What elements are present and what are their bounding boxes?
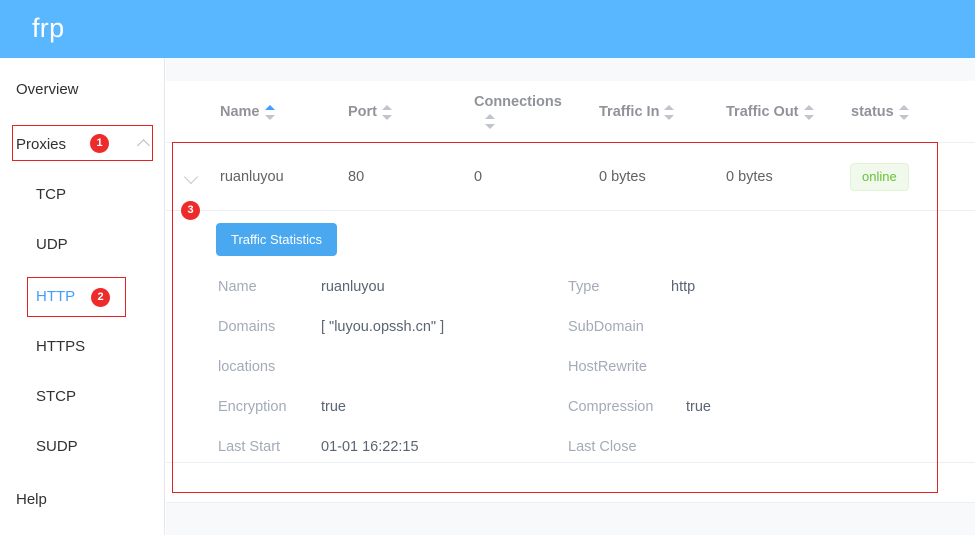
column-header-label: Traffic In [599, 104, 660, 120]
detail-label-locations: locations [218, 359, 276, 375]
content-top-strip [166, 58, 975, 81]
column-header-name[interactable]: Name [220, 81, 275, 143]
sidebar-item-https[interactable]: HTTPS [0, 321, 164, 371]
detail-value-name: ruanluyou [321, 279, 385, 295]
column-header-label: Traffic Out [726, 104, 799, 120]
sort-caret-icon[interactable] [485, 113, 495, 130]
column-header-label: Connections [474, 94, 562, 110]
sidebar-item-http[interactable]: HTTP [0, 271, 164, 321]
detail-label-hostrewrite: HostRewrite [568, 359, 647, 375]
main-content: Name Port Connections Traffic In Traffic… [166, 58, 975, 535]
sidebar-item-tcp[interactable]: TCP [0, 169, 164, 219]
detail-label-subdomain: SubDomain [568, 319, 644, 335]
sidebar-item-label: TCP [36, 185, 66, 203]
detail-label-last-start: Last Start [218, 439, 281, 455]
row-detail-panel: Traffic Statistics Name ruanluyou Domain… [166, 211, 975, 463]
sidebar-item-stcp[interactable]: STCP [0, 371, 164, 421]
sidebar-item-label: UDP [36, 235, 68, 253]
column-header-traffic-out[interactable]: Traffic Out [726, 81, 814, 143]
sort-caret-icon[interactable] [898, 104, 909, 121]
detail-label-name: Name [218, 279, 257, 295]
chevron-up-icon [137, 139, 150, 152]
sidebar-item-label: Overview [16, 80, 79, 98]
frp-dashboard: frp Overview Proxies TCP UDP HTTP HTTPS … [0, 0, 975, 535]
row-expand-chevron-down-icon[interactable] [184, 169, 200, 185]
cell-traffic-out: 0 bytes [726, 169, 773, 185]
sidebar-item-label: Help [16, 490, 47, 508]
column-header-label: Name [220, 104, 260, 120]
app-header: frp [0, 0, 975, 58]
cell-status: online [850, 143, 909, 211]
content-bottom-strip [166, 502, 975, 535]
sidebar-item-label: Proxies [16, 135, 67, 153]
sort-caret-icon[interactable] [264, 104, 275, 121]
sidebar-item-label: SUDP [36, 437, 78, 455]
sort-caret-icon[interactable] [803, 104, 814, 121]
traffic-statistics-button[interactable]: Traffic Statistics [216, 223, 338, 256]
detail-value-domains: [ "luyou.opssh.cn" ] [321, 319, 445, 335]
column-header-connections[interactable]: Connections [474, 81, 562, 143]
annotation-marker-3: 3 [181, 201, 200, 220]
sidebar: Overview Proxies TCP UDP HTTP HTTPS STCP… [0, 58, 165, 535]
column-header-port[interactable]: Port [348, 81, 392, 143]
cell-name: ruanluyou [220, 169, 284, 185]
table-header-row: Name Port Connections Traffic In Traffic… [166, 81, 975, 143]
sidebar-item-proxies[interactable]: Proxies [0, 119, 164, 169]
sidebar-item-label: HTTP [36, 287, 76, 305]
sidebar-item-udp[interactable]: UDP [0, 219, 164, 269]
sidebar-item-sudp[interactable]: SUDP [0, 421, 164, 471]
column-header-status[interactable]: status [851, 81, 909, 143]
table-row[interactable]: ruanluyou 80 0 0 bytes 0 bytes online [166, 143, 975, 211]
cell-port: 80 [348, 169, 365, 185]
detail-value-compression: true [686, 399, 711, 415]
annotation-marker-2: 2 [91, 288, 110, 307]
proxies-table: Name Port Connections Traffic In Traffic… [166, 81, 975, 463]
detail-label-domains: Domains [218, 319, 276, 335]
detail-label-type: Type [568, 279, 600, 295]
sidebar-item-help[interactable]: Help [0, 474, 164, 524]
sidebar-item-label: HTTPS [36, 337, 86, 355]
status-badge: online [850, 163, 909, 191]
sort-caret-icon[interactable] [664, 104, 675, 121]
detail-label-compression: Compression [568, 399, 654, 415]
detail-label-last-close: Last Close [568, 439, 637, 455]
column-header-label: Port [348, 104, 377, 120]
cell-connections: 0 [474, 169, 483, 185]
detail-value-type: http [671, 279, 696, 295]
sidebar-item-overview[interactable]: Overview [0, 64, 164, 114]
app-brand-title: frp [32, 13, 65, 43]
detail-value-last-start: 01-01 16:22:15 [321, 439, 419, 455]
annotation-marker-1: 1 [90, 134, 109, 153]
sidebar-item-label: STCP [36, 387, 77, 405]
cell-traffic-in: 0 bytes [599, 169, 646, 185]
column-header-traffic-in[interactable]: Traffic In [599, 81, 675, 143]
column-header-label: status [851, 104, 894, 120]
detail-value-encryption: true [321, 399, 346, 415]
detail-label-encryption: Encryption [218, 399, 287, 415]
sort-caret-icon[interactable] [382, 104, 392, 121]
